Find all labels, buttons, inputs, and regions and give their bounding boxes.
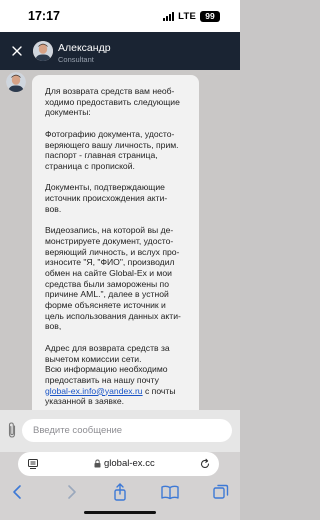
agent-avatar <box>33 41 53 61</box>
tabs-icon[interactable] <box>211 482 231 502</box>
message-paragraph: Документы, подтверждающие источник проис… <box>45 182 168 214</box>
forward-icon[interactable] <box>61 482 81 502</box>
message-closing: Всю информацию необходимо предоставить н… <box>45 364 191 407</box>
closing-text: Всю информацию необходимо предоставить н… <box>45 364 168 385</box>
status-indicators: LTE 99 <box>163 10 220 22</box>
url-text: global-ex.cc <box>104 458 155 469</box>
message-paragraph: Видеозапись, на которой вы де- монстриру… <box>45 225 181 332</box>
email-link[interactable]: global-ex.info@yandex.ru <box>45 386 143 396</box>
message-avatar <box>6 72 26 92</box>
attach-button[interactable] <box>6 421 20 441</box>
address-bar[interactable]: global-ex.cc <box>18 452 219 476</box>
cellular-signal-icon <box>163 11 175 21</box>
status-bar: 17:17 LTE 99 <box>0 0 240 32</box>
message-paragraph: Адрес для возврата средств за вычетом ко… <box>45 342 170 364</box>
home-indicator <box>84 511 156 514</box>
close-icon <box>12 46 22 56</box>
back-icon[interactable] <box>8 482 28 502</box>
bookmarks-icon[interactable] <box>160 482 180 502</box>
message-bubble: Для возврата средств вам необ- ходимо пр… <box>32 75 199 410</box>
network-type: LTE <box>178 10 196 22</box>
message-paragraph: Для возврата средств вам необ- ходимо пр… <box>45 86 180 118</box>
battery-icon: 99 <box>200 10 220 22</box>
status-time: 17:17 <box>28 9 60 23</box>
close-button[interactable] <box>7 41 27 61</box>
message-input[interactable] <box>22 419 232 442</box>
chat-header: Александр Consultant <box>0 32 240 70</box>
lock-icon <box>94 459 101 468</box>
agent-role: Consultant <box>58 55 94 64</box>
page-menu-icon[interactable] <box>27 458 39 470</box>
browser-toolbar <box>0 476 240 520</box>
reload-icon[interactable] <box>199 458 211 470</box>
chat-messages[interactable]: Для возврата средств вам необ- ходимо пр… <box>0 70 240 410</box>
agent-name: Александр <box>58 42 111 54</box>
message-paragraph: Фотографию документа, удосто- веряющего … <box>45 128 179 171</box>
message-composer <box>0 410 240 452</box>
share-icon[interactable] <box>110 482 130 502</box>
paperclip-icon <box>8 422 16 438</box>
address-bar-area: global-ex.cc <box>0 452 240 476</box>
